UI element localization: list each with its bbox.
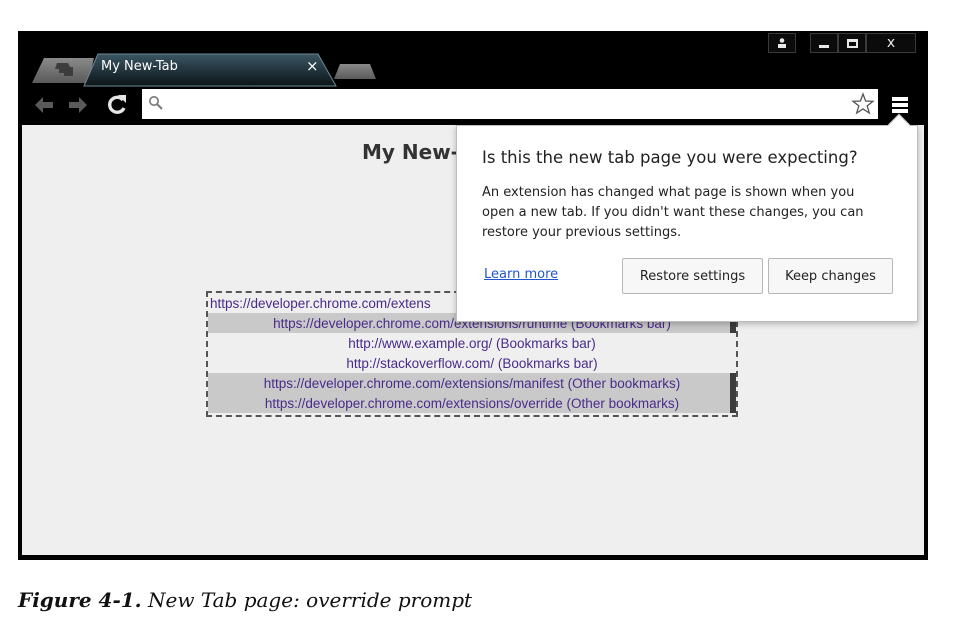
figure-caption-text: New Tab page: override prompt	[148, 588, 473, 612]
bookmark-link[interactable]: http://www.example.org/ (Bookmarks bar)	[348, 336, 596, 351]
learn-more-link[interactable]: Learn more	[484, 267, 558, 282]
dialog-body-line: restore your previous settings.	[482, 225, 682, 240]
person-icon	[778, 38, 786, 48]
back-arrow-icon[interactable]	[32, 94, 56, 116]
bookmark-link[interactable]: https://developer.chrome.com/extens	[210, 296, 431, 311]
bookmark-link[interactable]: http://stackoverflow.com/ (Bookmarks bar…	[346, 356, 597, 371]
figure-number: Figure 4-1.	[18, 588, 142, 612]
star-icon[interactable]	[851, 92, 875, 116]
minimize-icon	[819, 44, 829, 48]
dialog-title: Is this the new tab page you were expect…	[482, 148, 858, 167]
bookmark-row[interactable]: https://developer.chrome.com/extensions/…	[208, 393, 736, 413]
override-prompt-dialog: Is this the new tab page you were expect…	[456, 113, 918, 322]
toolbar	[18, 87, 928, 123]
bookmark-link[interactable]: https://developer.chrome.com/extensions/…	[265, 396, 679, 411]
page-title: My New-	[362, 140, 459, 164]
apps-tab[interactable]	[32, 58, 94, 83]
keep-changes-button[interactable]: Keep changes	[768, 258, 893, 294]
tab-title: My New-Tab	[101, 59, 178, 74]
figure-caption: Figure 4-1. New Tab page: override promp…	[18, 588, 472, 612]
address-input[interactable]	[166, 93, 846, 115]
tab-close-icon[interactable]: ×	[306, 57, 319, 75]
bookmark-row[interactable]: https://developer.chrome.com/extensions/…	[208, 373, 736, 393]
omnibox[interactable]	[142, 89, 878, 119]
maximize-icon	[846, 38, 858, 48]
dialog-body: An extension has changed what page is sh…	[482, 183, 902, 243]
forward-arrow-icon[interactable]	[66, 94, 90, 116]
new-tab-button[interactable]	[334, 64, 376, 79]
bookmark-link[interactable]: https://developer.chrome.com/extensions/…	[264, 376, 680, 391]
close-icon: x	[886, 35, 896, 51]
reload-icon[interactable]	[106, 94, 128, 116]
restore-settings-button[interactable]: Restore settings	[622, 258, 763, 294]
menu-icon[interactable]	[890, 95, 910, 115]
dialog-body-line: open a new tab. If you didn't want these…	[482, 205, 864, 220]
dialog-body-line: An extension has changed what page is sh…	[482, 185, 855, 200]
search-icon	[149, 96, 163, 110]
bookmark-row[interactable]: http://www.example.org/ (Bookmarks bar)	[208, 333, 736, 353]
bookmark-row[interactable]: http://stackoverflow.com/ (Bookmarks bar…	[208, 353, 736, 373]
